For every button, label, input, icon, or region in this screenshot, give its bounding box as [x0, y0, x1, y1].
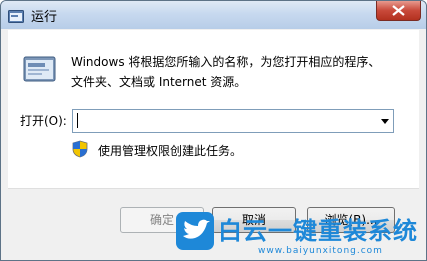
description: Windows 将根据您所输入的名称，为您打开相应的程序、 文件夹、文档或 In… — [71, 52, 411, 92]
run-icon — [23, 54, 57, 84]
watermark-url: www.baiyunxitong.com — [258, 246, 383, 256]
text-caret — [77, 113, 78, 128]
dropdown-arrow-icon — [381, 119, 389, 124]
close-button[interactable] — [376, 1, 421, 21]
title-bar[interactable]: 运行 — [1, 1, 426, 29]
admin-note: 使用管理权限创建此任务。 — [98, 144, 243, 158]
dropdown-button[interactable] — [377, 110, 393, 132]
open-combobox[interactable] — [72, 109, 394, 133]
watermark-title: 白云一键重装系统 — [218, 217, 418, 245]
dialog-body: Windows 将根据您所输入的名称，为您打开相应的程序、 文件夹、文档或 In… — [8, 30, 419, 188]
description-line-1: Windows 将根据您所输入的名称，为您打开相应的程序、 — [71, 55, 381, 69]
uac-shield-icon — [72, 140, 88, 158]
description-line-2: 文件夹、文档或 Internet 资源。 — [71, 75, 247, 89]
window-title: 运行 — [31, 10, 58, 25]
close-icon — [392, 5, 405, 16]
open-label: 打开(O): — [20, 114, 67, 128]
bird-logo-icon — [176, 212, 214, 250]
run-window-icon — [8, 8, 24, 23]
